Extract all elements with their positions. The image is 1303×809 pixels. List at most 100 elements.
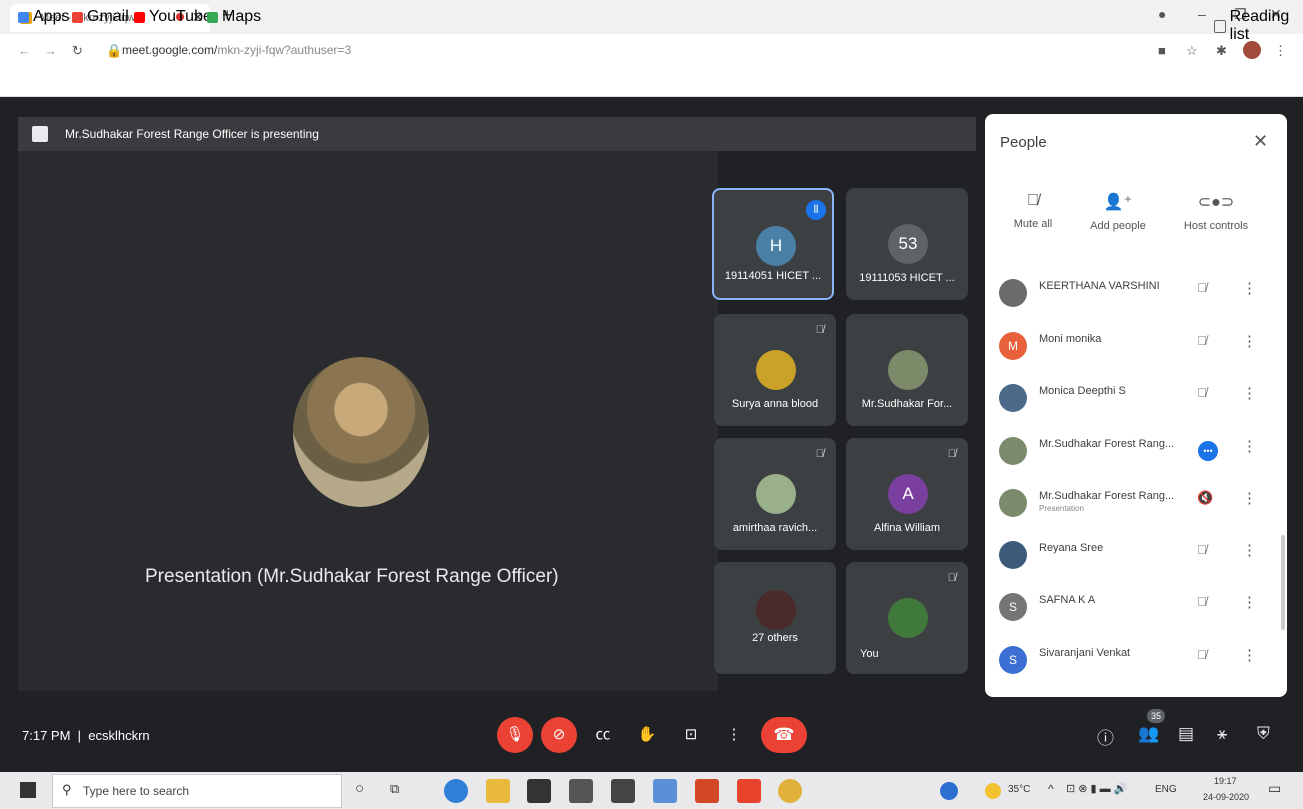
- add-people-button[interactable]: 👤⁺ Add people: [1073, 192, 1163, 232]
- participant-tile[interactable]: H ⦀ 19114051 HICET ...: [712, 188, 834, 300]
- bookmark-youtube[interactable]: YouTube: [134, 8, 212, 26]
- more-options-icon[interactable]: ⋮: [1242, 646, 1257, 664]
- taskbar-clock-time[interactable]: 19:17: [1214, 776, 1237, 786]
- file-explorer-icon[interactable]: [486, 779, 510, 803]
- participant-tile[interactable]: 🎙̸ amirthaa ravich...: [714, 438, 836, 550]
- url-field[interactable]: meet.google.com/mkn-zyji-fqw?authuser=3: [122, 43, 351, 57]
- search-icon: ⚲: [62, 782, 72, 797]
- browser-menu-icon[interactable]: ⋮: [1274, 43, 1287, 59]
- others-avatars: [756, 590, 796, 630]
- activities-icon[interactable]: ⚹: [1217, 724, 1227, 744]
- notifications-icon[interactable]: ▭: [1268, 780, 1281, 797]
- mic-toggle-button[interactable]: 🎙: [497, 717, 533, 753]
- store-icon[interactable]: [527, 779, 551, 803]
- lock-icon: 🔒: [106, 43, 123, 58]
- system-tray-icons[interactable]: ⊡ ⊗ ▮ ▬ 🔊: [1066, 782, 1127, 795]
- mute-all-button[interactable]: 🎙̸ Mute all: [988, 192, 1078, 230]
- participant-tile[interactable]: Mr.Sudhakar For...: [846, 314, 968, 426]
- people-scrollbar[interactable]: [1281, 535, 1285, 630]
- back-icon[interactable]: ←: [18, 43, 31, 58]
- app-icon[interactable]: [653, 779, 677, 803]
- taskbar-clock-date[interactable]: 24-09-2020: [1203, 792, 1249, 802]
- participant-tile[interactable]: 53 19111053 HICET ...: [846, 188, 968, 300]
- minimize-icon[interactable]: –: [1198, 6, 1206, 22]
- mute-all-label: Mute all: [1013, 218, 1053, 230]
- more-options-icon[interactable]: ⋮: [1242, 541, 1257, 559]
- people-list-item[interactable]: Mr.Sudhakar Forest Rang... Presentation …: [985, 478, 1287, 530]
- person-name: Reyana Sree: [1039, 542, 1104, 554]
- reload-icon[interactable]: ↻: [72, 43, 83, 59]
- speaking-indicator-icon: ⦀: [806, 200, 826, 220]
- more-options-icon[interactable]: ⋮: [1242, 489, 1257, 507]
- mic-off-icon: 🎙̸: [1197, 333, 1207, 348]
- extensions-icon[interactable]: ✱: [1216, 43, 1227, 59]
- meeting-details-icon[interactable]: ⓘ: [1097, 724, 1114, 749]
- forward-icon[interactable]: →: [44, 43, 57, 58]
- apps-grid-icon: [18, 11, 29, 23]
- mail-icon[interactable]: [569, 779, 593, 803]
- office-icon[interactable]: [737, 779, 761, 803]
- tray-overflow-icon[interactable]: ^: [1048, 782, 1054, 796]
- mic-off-icon: 🎙̸: [815, 448, 824, 460]
- people-list-item[interactable]: S Sivaranjani Venkat 🎙̸ ⋮: [985, 635, 1287, 687]
- presentation-caption: Presentation (Mr.Sudhakar Forest Range O…: [145, 566, 559, 587]
- cortana-icon[interactable]: ○: [355, 780, 364, 797]
- windows-start-icon[interactable]: [20, 782, 36, 798]
- person-subtitle: Presentation: [1039, 504, 1084, 513]
- people-list-item[interactable]: KEERTHANA VARSHINI 🎙̸ ⋮: [985, 268, 1287, 320]
- more-options-icon[interactable]: ⋮: [1242, 279, 1257, 297]
- close-panel-icon[interactable]: ✕: [1253, 131, 1268, 152]
- more-options-button[interactable]: ⋮: [716, 717, 752, 753]
- people-list-item[interactable]: S SAFNA K A 🎙̸ ⋮: [985, 582, 1287, 634]
- avatar: [999, 489, 1027, 517]
- bookmark-gmail[interactable]: Gmail: [72, 8, 129, 26]
- powerpoint-icon[interactable]: [695, 779, 719, 803]
- participant-tile[interactable]: 🎙̸ Surya anna blood: [714, 314, 836, 426]
- task-view-icon[interactable]: ⧉: [390, 781, 399, 797]
- more-options-icon[interactable]: ⋮: [1242, 437, 1257, 455]
- present-button[interactable]: ⊡: [673, 717, 709, 753]
- reading-list-button[interactable]: Reading list: [1214, 8, 1303, 44]
- edge-icon[interactable]: [444, 779, 468, 803]
- captions-button[interactable]: ㏄: [585, 717, 621, 753]
- self-tile[interactable]: 🎙̸ You: [846, 562, 968, 674]
- participant-name: 19114051 HICET ...: [724, 270, 822, 282]
- participant-tile[interactable]: 🎙̸ A Alfina William: [846, 438, 968, 550]
- leave-call-button[interactable]: ☎: [761, 717, 807, 753]
- input-language[interactable]: ENG: [1155, 784, 1177, 795]
- weather-icon[interactable]: [985, 783, 1001, 799]
- camera-indicator-icon[interactable]: ■: [1158, 43, 1166, 58]
- meeting-code: ecsklhckrn: [88, 728, 150, 743]
- avatar: H: [756, 226, 796, 266]
- chrome-icon[interactable]: [778, 779, 802, 803]
- avatar: M: [999, 332, 1027, 360]
- participant-name: 19111053 HICET ...: [859, 272, 955, 284]
- camera-toggle-button[interactable]: ⊘: [541, 717, 577, 753]
- more-options-icon[interactable]: ⋮: [1242, 332, 1257, 350]
- avatar: [999, 279, 1027, 307]
- temperature[interactable]: 35°C: [1008, 784, 1030, 795]
- people-icon[interactable]: 👥: [1138, 724, 1159, 744]
- dropbox-icon[interactable]: [611, 779, 635, 803]
- host-controls-button[interactable]: ⊂●⊃ Host controls: [1171, 192, 1261, 232]
- chat-icon[interactable]: ▤: [1178, 724, 1194, 744]
- bookmark-star-icon[interactable]: ☆: [1186, 43, 1198, 59]
- more-options-icon[interactable]: ⋮: [1242, 593, 1257, 611]
- taskbar-search-box[interactable]: ⚲ Type here to search: [52, 774, 342, 808]
- raise-hand-button[interactable]: ✋: [629, 717, 665, 753]
- people-list-item[interactable]: Monica Deepthi S 🎙̸ ⋮: [985, 373, 1287, 425]
- host-controls-shield-icon[interactable]: ⛨: [1257, 724, 1270, 744]
- people-taskbar-icon[interactable]: [940, 782, 958, 800]
- people-list-item[interactable]: M Moni monika 🎙̸ ⋮: [985, 321, 1287, 373]
- bookmark-apps[interactable]: Apps: [18, 8, 69, 26]
- people-list-item[interactable]: Reyana Sree 🎙̸ ⋮: [985, 530, 1287, 582]
- avatar: [999, 384, 1027, 412]
- others-tile[interactable]: 27 others: [714, 562, 836, 674]
- mic-off-icon: 🎙̸: [1197, 385, 1207, 400]
- avatar: [888, 350, 928, 390]
- more-options-icon[interactable]: ⋮: [1242, 384, 1257, 402]
- reading-list-icon: [1214, 19, 1226, 33]
- people-list-item[interactable]: Mr.Sudhakar Forest Rang... ••• ⋮: [985, 426, 1287, 478]
- profile-circle-icon[interactable]: ●: [1158, 6, 1166, 22]
- bookmark-maps[interactable]: Maps: [207, 8, 261, 26]
